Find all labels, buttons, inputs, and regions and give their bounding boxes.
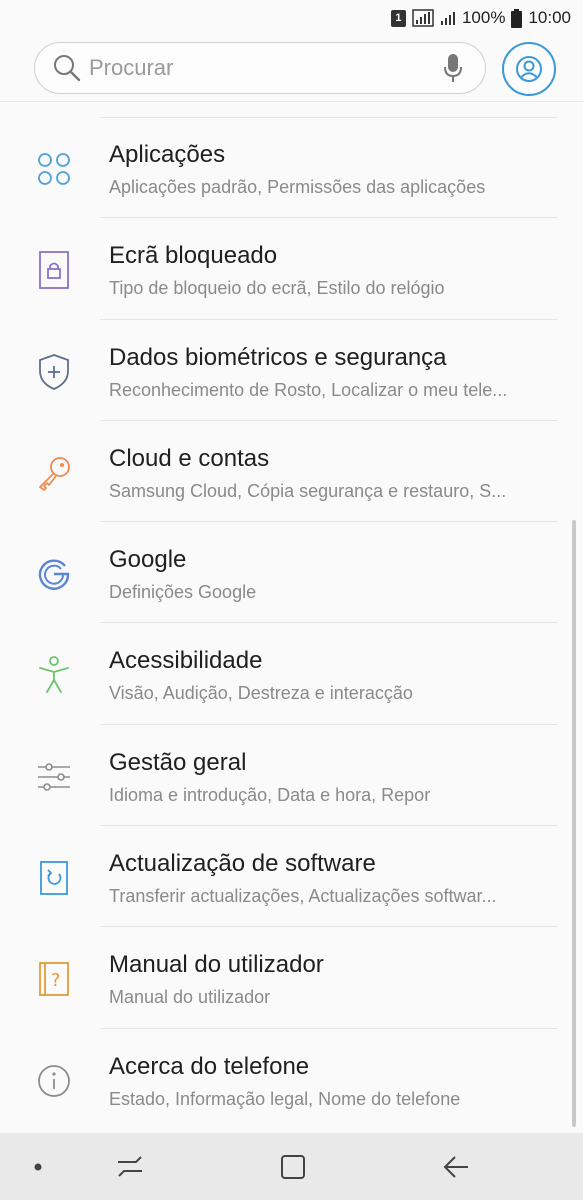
clock: 10:00 <box>528 8 571 27</box>
battery-percent: 100% <box>461 8 506 27</box>
battery-icon <box>511 8 523 28</box>
shield-icon <box>36 353 72 390</box>
settings-item-lock-screen[interactable]: Ecrã bloqueado Tipo de bloqueio do ecrã,… <box>0 218 583 320</box>
key-icon <box>36 455 72 491</box>
settings-item-google[interactable]: Google Definições Google <box>0 522 583 624</box>
item-subtitle: Tipo de bloqueio do ecrã, Estilo do reló… <box>109 278 445 299</box>
item-subtitle: Transferir actualizações, Actualizações … <box>109 886 497 907</box>
accessibility-icon <box>36 656 72 694</box>
settings-item-user-manual[interactable]: ? Manual do utilizador Manual do utiliza… <box>0 927 583 1029</box>
item-title: Ecrã bloqueado <box>109 242 278 270</box>
item-subtitle: Samsung Cloud, Cópia segurança e restaur… <box>109 480 507 501</box>
home-button[interactable] <box>272 1133 314 1200</box>
info-icon <box>36 1063 72 1099</box>
signal-icon <box>412 9 434 27</box>
settings-item-software-update[interactable]: Actualização de software Transferir actu… <box>0 826 583 928</box>
search-header <box>0 36 583 102</box>
settings-list: Aplicações Aplicações padrão, Permissões… <box>0 117 583 1130</box>
item-subtitle: Definições Google <box>109 582 257 603</box>
sliders-icon <box>36 759 72 795</box>
search-icon <box>54 55 81 82</box>
microphone-icon[interactable] <box>443 53 463 83</box>
item-subtitle: Idioma e introdução, Data e hora, Repor <box>109 784 431 805</box>
user-manual-icon: ? <box>36 961 72 997</box>
status-bar: 1 100% 10:00 <box>0 0 583 36</box>
item-title: Aplicações <box>109 141 226 168</box>
back-icon <box>443 1155 468 1178</box>
item-subtitle: Visão, Audição, Destreza e interacção <box>109 683 413 704</box>
lock-screen-icon <box>36 251 72 290</box>
svg-text:?: ? <box>51 970 61 991</box>
search-input[interactable] <box>89 55 443 81</box>
item-title: Manual do utilizador <box>109 951 324 979</box>
signal-bars-icon <box>440 12 455 25</box>
home-icon <box>281 1154 305 1179</box>
item-title: Google <box>109 546 187 574</box>
item-subtitle: Aplicações padrão, Permissões das aplica… <box>109 177 486 197</box>
profile-button[interactable] <box>502 42 556 96</box>
item-title: Gestão geral <box>109 748 247 776</box>
account-icon <box>516 56 542 82</box>
recents-button[interactable] <box>110 1133 150 1200</box>
settings-item-accessibility[interactable]: Acessibilidade Visão, Audição, Destreza … <box>0 623 583 725</box>
recents-icon <box>118 1155 142 1177</box>
item-title: Actualização de software <box>109 850 376 878</box>
scrollbar[interactable] <box>572 520 576 1127</box>
dot-icon <box>34 1163 42 1170</box>
item-title: Cloud e contas <box>109 444 270 472</box>
software-update-icon <box>36 860 72 896</box>
item-title: Acerca do telefone <box>109 1052 310 1080</box>
search-bar[interactable] <box>34 42 486 94</box>
nav-dot-button[interactable] <box>24 1133 52 1200</box>
settings-item-applications[interactable]: Aplicações Aplicações padrão, Permissões… <box>0 117 583 219</box>
settings-item-cloud-accounts[interactable]: Cloud e contas Samsung Cloud, Cópia segu… <box>0 421 583 523</box>
item-title: Acessibilidade <box>109 647 263 675</box>
settings-item-general-management[interactable]: Gestão geral Idioma e introdução, Data e… <box>0 725 583 827</box>
item-subtitle: Estado, Informação legal, Nome do telefo… <box>109 1088 461 1109</box>
sim-icon: 1 <box>390 9 406 27</box>
item-subtitle: Manual do utilizador <box>109 987 271 1008</box>
apps-icon <box>36 151 72 187</box>
item-subtitle: Reconhecimento de Rosto, Localizar o meu… <box>109 379 508 400</box>
navigation-bar <box>0 1133 583 1200</box>
settings-item-biometrics-security[interactable]: Dados biométricos e segurança Reconhecim… <box>0 320 583 421</box>
settings-item-about-phone[interactable]: Acerca do telefone Estado, Informação le… <box>0 1029 583 1130</box>
item-title: Dados biométricos e segurança <box>109 343 447 371</box>
back-button[interactable] <box>436 1133 476 1200</box>
google-icon <box>36 556 72 592</box>
